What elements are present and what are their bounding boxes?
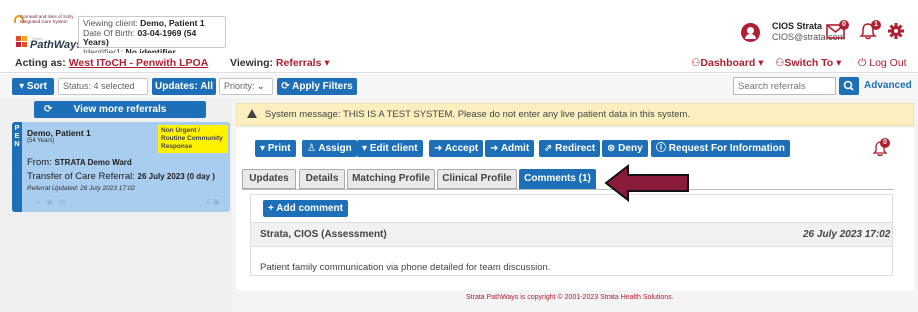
- switch-users-icon: ⚇: [775, 57, 785, 69]
- comment-body: Patient family communication via phone d…: [260, 262, 551, 273]
- referral-card[interactable]: PEN Demo, Patient 1 (54 Years) Non Urgen…: [12, 122, 230, 212]
- acting-as-label: Acting as:: [15, 57, 66, 69]
- viewing-client-value: Demo, Patient 1: [140, 18, 205, 28]
- caret-down-icon: ▾: [19, 81, 25, 92]
- card-from-label: From:: [27, 157, 52, 168]
- edit-client-button[interactable]: ▾ Edit client: [357, 140, 423, 157]
- logout-link[interactable]: ⏻ Log Out: [858, 57, 907, 70]
- card-from-value: STRATA Demo Ward: [54, 158, 132, 167]
- user-icon: ♙: [307, 143, 316, 154]
- admit-button[interactable]: ➜ Admit: [485, 140, 535, 157]
- print-button[interactable]: ▾ Print: [255, 140, 296, 157]
- referral-notifications-badge: 0: [880, 138, 890, 148]
- card-patient-name: Demo, Patient 1: [27, 128, 91, 138]
- card-status-icons: ▭ ▣ ▤: [34, 199, 68, 206]
- client-info-box: Viewing client: Demo, Patient 1 Date Of …: [78, 16, 226, 57]
- app-header: Cornwall and Isles of Scilly Integrated …: [0, 0, 918, 57]
- search-referrals-input[interactable]: [733, 77, 836, 95]
- updates-button[interactable]: Updates: All: [152, 78, 216, 95]
- user-avatar[interactable]: [741, 23, 760, 42]
- switch-to-menu[interactable]: ⚇Switch To ▾: [775, 57, 841, 69]
- info-icon: ⓘ: [656, 143, 666, 154]
- settings-button[interactable]: [886, 22, 908, 40]
- notifications-button[interactable]: 1: [858, 20, 881, 40]
- dashboard-icon: ⚇: [691, 57, 701, 69]
- priority-select[interactable]: Priority: ⌄: [219, 78, 273, 95]
- mail-badge: 0: [839, 20, 849, 30]
- comment-date: 26 July 2023 17:02: [803, 229, 891, 240]
- power-icon: ⏻: [858, 57, 867, 69]
- notifications-badge: 1: [871, 20, 881, 30]
- card-patient-age: (54 Years): [27, 138, 55, 144]
- add-comment-button[interactable]: + Add comment: [263, 200, 348, 217]
- tab-comments[interactable]: Comments (1): [519, 169, 596, 189]
- request-for-information-button[interactable]: ⓘ Request For Information: [651, 140, 790, 157]
- caret-down-icon: ▾: [362, 143, 368, 154]
- refresh-icon: ⟳: [281, 81, 290, 92]
- mail-button[interactable]: 0: [826, 20, 849, 40]
- acting-as-link[interactable]: West IToCH - Penwith LPOA: [69, 57, 209, 69]
- comment-author: Strata, CIOS (Assessment): [260, 229, 387, 240]
- tab-clinical-profile[interactable]: Clinical Profile: [437, 169, 517, 189]
- referral-list-panel: ⟳ View more referrals PEN Demo, Patient …: [0, 98, 232, 312]
- viewing-label: Viewing:: [230, 57, 273, 69]
- referral-status-strip: PEN: [12, 122, 22, 212]
- accept-button[interactable]: ➜ Accept: [429, 140, 484, 157]
- chevron-down-icon: ⌄: [257, 81, 265, 91]
- advanced-search-link[interactable]: Advanced: [864, 80, 912, 91]
- caret-down-icon: ▾: [260, 143, 266, 154]
- gear-icon: [888, 23, 904, 39]
- tab-matching-profile[interactable]: Matching Profile: [347, 169, 435, 189]
- annotation-arrow-icon: [604, 163, 689, 203]
- logo-product-name: PathWays: [30, 39, 83, 51]
- caret-down-icon: ▾: [324, 57, 330, 69]
- filter-toolbar: ▾ Sort Status: 4 selected ⌄ Updates: All…: [0, 74, 918, 106]
- system-message: System message: THIS IS A TEST SYSTEM. P…: [236, 103, 914, 126]
- warning-icon: [247, 109, 257, 118]
- arrow-circle-icon: ➜: [490, 143, 499, 154]
- copyright-footer: Strata PathWays is copyright © 2001-2023…: [466, 294, 674, 301]
- dashboard-menu[interactable]: ⚇Dashboard ▾: [691, 57, 763, 69]
- status-select[interactable]: Status: 4 selected ⌄: [58, 78, 148, 106]
- x-circle-icon: ⊗: [607, 143, 616, 154]
- viewing-client-label: Viewing client:: [83, 18, 138, 28]
- redirect-button[interactable]: ⇗ Redirect: [539, 140, 601, 157]
- refresh-icon: ⟳: [44, 104, 53, 115]
- viewing-dropdown[interactable]: Referrals ▾: [276, 57, 330, 69]
- referral-notifications-button[interactable]: 0: [871, 138, 891, 158]
- context-bar: Acting as: West IToCH - Penwith LPOA Vie…: [0, 53, 918, 73]
- plus-icon: +: [268, 203, 274, 214]
- tab-details[interactable]: Details: [299, 169, 345, 189]
- caret-down-icon: ▾: [836, 57, 842, 69]
- logo-mark-icon: [16, 36, 28, 48]
- card-transfer-value: 26 July 2023 (0 day ): [137, 172, 215, 181]
- tab-updates[interactable]: Updates: [242, 169, 296, 189]
- card-transfer-label: Transfer of Care Referral:: [27, 171, 135, 182]
- assign-button[interactable]: ♙ Assign: [302, 140, 357, 157]
- priority-tag: Non Urgent / Routine Community Response: [158, 125, 228, 153]
- apply-filters-button[interactable]: ⟳ Apply Filters: [277, 78, 357, 95]
- search-button[interactable]: [839, 77, 859, 95]
- logo-org-line2: Integrated Care System: [20, 19, 68, 24]
- sort-button[interactable]: ▾ Sort: [12, 78, 54, 95]
- caret-down-icon: ▾: [758, 57, 764, 69]
- dob-label: Date Of Birth:: [83, 27, 136, 38]
- external-link-icon: ⇗: [544, 143, 553, 154]
- view-more-referrals-button[interactable]: ⟳ View more referrals: [34, 101, 206, 118]
- pathways-logo: Cornwall and Isles of Scilly Integrated …: [14, 14, 82, 51]
- search-icon: [843, 80, 854, 91]
- arrow-circle-icon: ➜: [434, 143, 443, 154]
- deny-button[interactable]: ⊗ Deny: [602, 140, 648, 157]
- card-updated: Referral Updated: 26 July 2023 17:02: [27, 185, 136, 192]
- user-name[interactable]: CIOS Strata: [772, 21, 822, 31]
- tab-divider: [242, 189, 894, 190]
- card-user-lock-icons: ♙ ▣: [205, 199, 220, 206]
